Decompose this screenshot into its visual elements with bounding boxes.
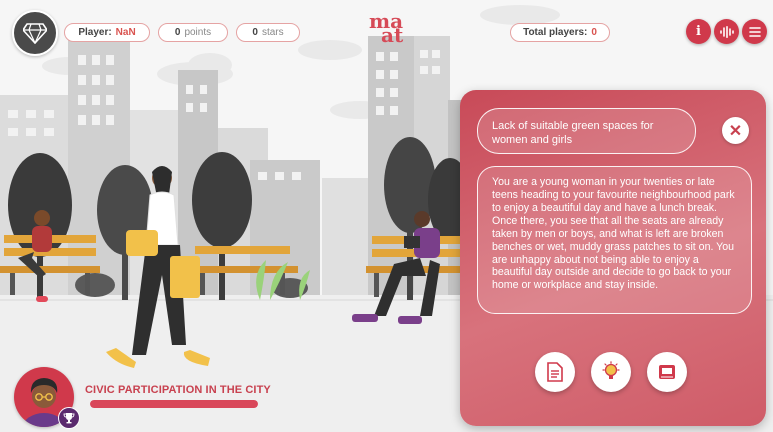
menu-button[interactable] [742,19,767,44]
total-players-value: 0 [591,27,597,38]
info-button[interactable]: i [686,19,711,44]
scenario-card: Lack of suitable green spaces for women … [460,90,766,426]
info-icon: i [696,24,701,39]
hint-button[interactable] [591,352,631,392]
audio-button[interactable] [714,19,739,44]
points-label: points [184,27,212,38]
level-title: CIVIC PARTICIPATION IN THE CITY [85,384,271,396]
total-players-pill: Total players: 0 [510,23,610,42]
player-value: NaN [115,27,136,38]
brand-line-2: at [381,23,404,48]
points-value: 0 [174,27,181,38]
diamond-icon [23,23,47,44]
book-button[interactable] [647,352,687,392]
stars-value: 0 [252,27,258,38]
total-players-label: Total players: [523,27,588,38]
trophy-icon [63,413,75,424]
document-button[interactable] [535,352,575,392]
scenario-description: You are a young woman in your twenties o… [477,166,752,314]
level-progress-bar [90,400,258,408]
brand-logo: ma at [369,11,411,54]
hamburger-icon [748,26,761,37]
stars-label: stars [261,27,284,38]
trophy-badge[interactable] [58,407,80,429]
stars-pill: 0 stars [236,23,300,42]
book-icon [659,365,675,379]
close-icon: ✕ [728,122,743,140]
lightbulb-icon [602,361,620,379]
game-stage: Player: NaN 0 points 0 stars ma at Total… [0,0,773,432]
player-label: Player: [78,27,112,38]
game-logo[interactable] [12,10,58,56]
close-button[interactable]: ✕ [722,117,749,144]
scenario-title: Lack of suitable green spaces for women … [477,108,696,154]
audio-wave-icon [719,25,734,38]
document-icon [547,362,563,382]
player-name-pill: Player: NaN [64,23,150,42]
level-progress-fill [90,400,258,408]
points-pill: 0 points [158,23,228,42]
